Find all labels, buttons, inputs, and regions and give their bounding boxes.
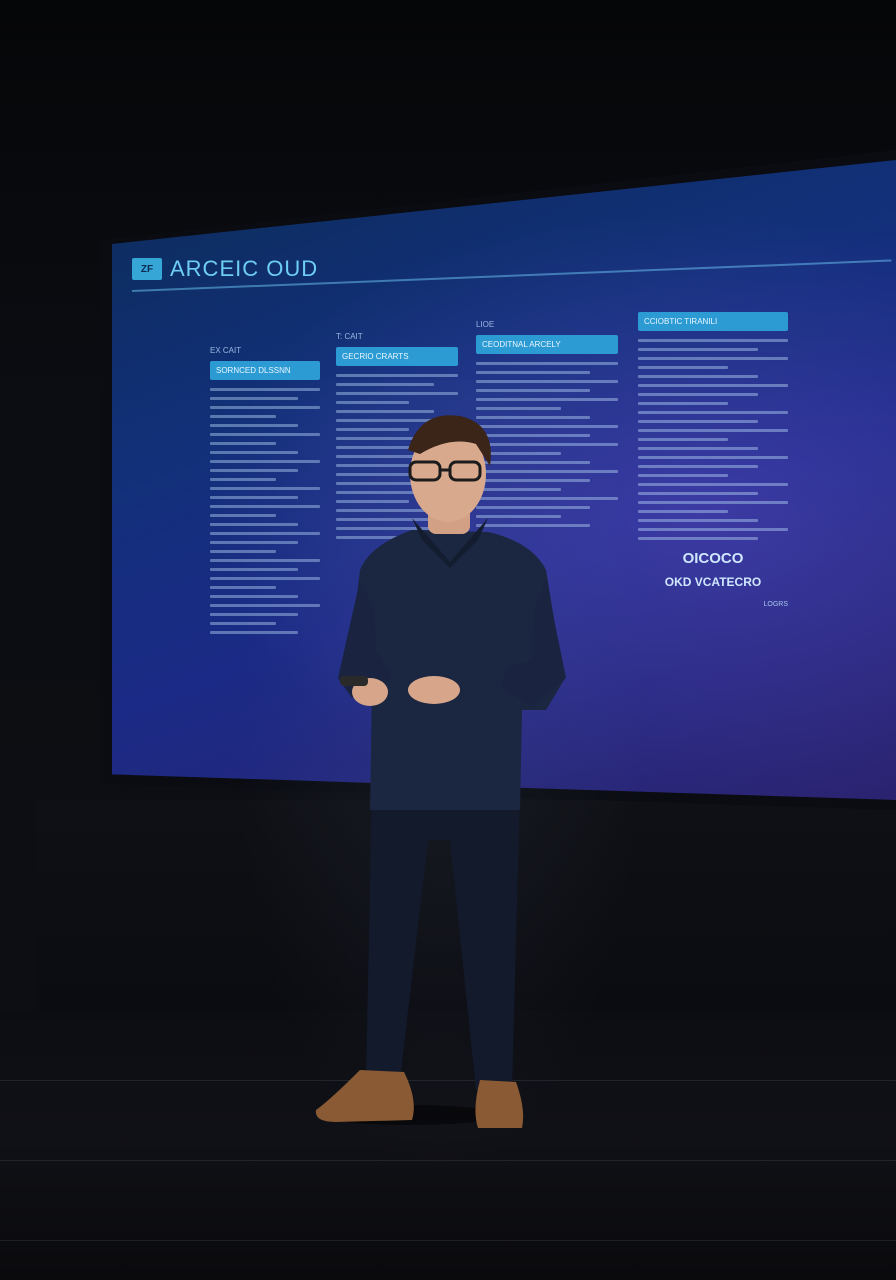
column-header: SORNCED DLSSNN [210, 361, 320, 380]
column-header: CCIOBTIC TIRANILI [638, 312, 788, 331]
column-text-lines [638, 339, 788, 540]
column-caption: T: CAIT [336, 332, 363, 341]
presenter-figure [315, 415, 566, 1128]
slide-logo: ZF ARCEIC OUD [132, 256, 318, 282]
slide-title: ARCEIC OUD [170, 256, 319, 281]
column-header: GECRIO CRARTS [336, 347, 458, 366]
panel-big-label: OICOCO [682, 550, 744, 567]
panel-sub-label: OKD VCATECRO [664, 575, 762, 589]
column-caption: LIOE [476, 320, 495, 329]
column-header: CEODITNAL ARCELY [476, 335, 618, 354]
logo-mark-icon: ZF [132, 258, 162, 280]
slide-column-4: CCIOBTIC TIRANILI OICOCO OKD VCATECRO LO… [638, 312, 788, 608]
column-caption: EX CAIT [210, 346, 242, 355]
panel-small-caption: LOGRS [763, 601, 788, 608]
